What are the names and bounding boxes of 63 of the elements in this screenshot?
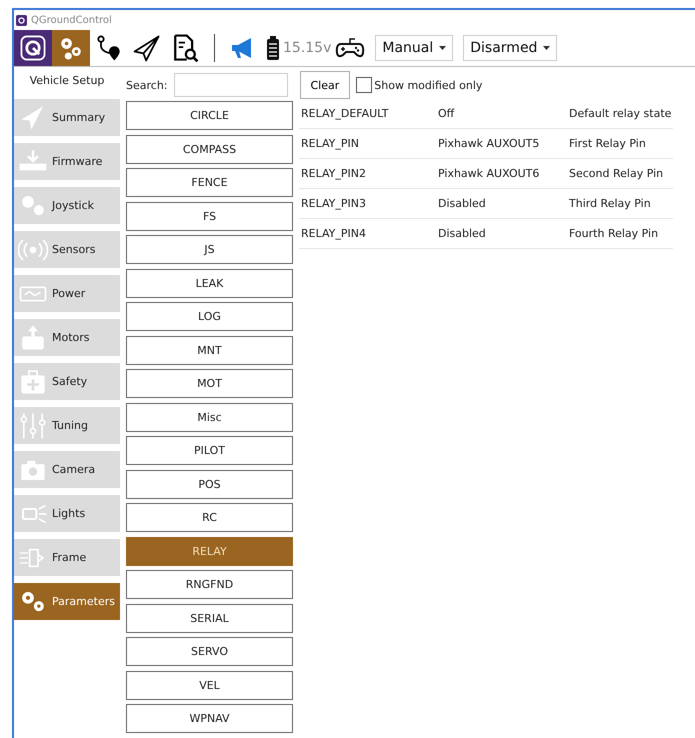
window-title: QGroundControl [31, 14, 112, 26]
sidebar-item[interactable]: Motors [14, 319, 120, 356]
group-button[interactable]: RNGFND [126, 570, 293, 599]
param-name: RELAY_PIN [301, 137, 360, 150]
battery-icon[interactable] [265, 35, 281, 61]
battery-voltage: 15.15v [283, 40, 332, 56]
sidebar-item[interactable]: Camera [14, 451, 120, 488]
param-description: First Relay Pin [569, 137, 647, 150]
param-value: Disabled [438, 227, 487, 240]
caret-icon [439, 46, 446, 50]
param-description: Fourth Relay Pin [569, 227, 660, 240]
clear-button[interactable]: Clear [300, 71, 350, 99]
group-button[interactable]: LOG [126, 302, 293, 331]
sidebar-item-icon [18, 410, 48, 440]
sidebar-item[interactable]: Safety [14, 363, 120, 400]
checkbox-label: Show modified only [374, 78, 482, 92]
group-button[interactable]: COMPASS [126, 134, 293, 164]
checkbox[interactable] [356, 77, 372, 93]
param-description: Second Relay Pin [569, 167, 664, 180]
sidebar-item[interactable]: Summary [14, 99, 120, 136]
param-name: RELAY_PIN3 [301, 197, 367, 210]
sidebar-item[interactable]: Joystick [14, 187, 120, 224]
group-button[interactable]: POS [126, 470, 293, 498]
sidebar-item[interactable]: Firmware [14, 143, 120, 180]
group-button[interactable]: RELAY [126, 536, 293, 566]
param-value: Disabled [438, 197, 487, 210]
param-description: Default relay state [569, 107, 672, 120]
group-button[interactable]: CIRCLE [126, 101, 293, 130]
group-button[interactable]: MOT [126, 369, 293, 398]
param-name: RELAY_PIN4 [301, 227, 367, 240]
sidebar-item[interactable]: Lights [14, 495, 120, 532]
search-field[interactable] [174, 73, 288, 97]
group-button[interactable]: SERVO [126, 637, 293, 666]
caret-icon [543, 46, 550, 50]
group-button[interactable]: VEL [126, 670, 293, 700]
group-button[interactable]: JS [126, 235, 293, 264]
param-value: Pixhawk AUXOUT5 [438, 137, 540, 150]
group-button[interactable]: FS [126, 202, 293, 230]
group-button[interactable]: SERIAL [126, 604, 293, 632]
app-icon [16, 14, 27, 26]
param-value: Pixhawk AUXOUT6 [438, 167, 540, 180]
sidebar-item[interactable]: Parameters [14, 583, 120, 620]
group-button[interactable]: FENCE [126, 168, 293, 197]
sidebar-item[interactable]: Tuning [14, 407, 120, 444]
sidebar-title: Vehicle Setup [28, 72, 106, 88]
param-name: RELAY_DEFAULT [301, 107, 390, 120]
group-button[interactable]: PILOT [126, 436, 293, 465]
arm-state-dropdown[interactable]: Disarmed [463, 35, 558, 61]
sidebar-item[interactable]: Frame [14, 539, 120, 576]
group-button[interactable]: MNT [126, 336, 293, 364]
flight-mode-dropdown[interactable]: Manual [375, 35, 454, 61]
sidebar-item[interactable]: Sensors [14, 231, 120, 268]
sidebar-item[interactable]: Power [14, 275, 120, 312]
group-button[interactable]: LEAK [126, 268, 293, 298]
gears-icon[interactable] [52, 30, 90, 66]
param-value: Off [438, 107, 456, 120]
group-button[interactable]: RC [126, 503, 293, 532]
search-label: Search: [126, 78, 168, 92]
param-description: Third Relay Pin [569, 197, 652, 210]
group-button[interactable]: WPNAV [126, 704, 293, 733]
app-logo-icon[interactable] [14, 30, 52, 66]
group-button[interactable]: Misc [126, 402, 293, 432]
param-name: RELAY_PIN2 [301, 167, 367, 180]
